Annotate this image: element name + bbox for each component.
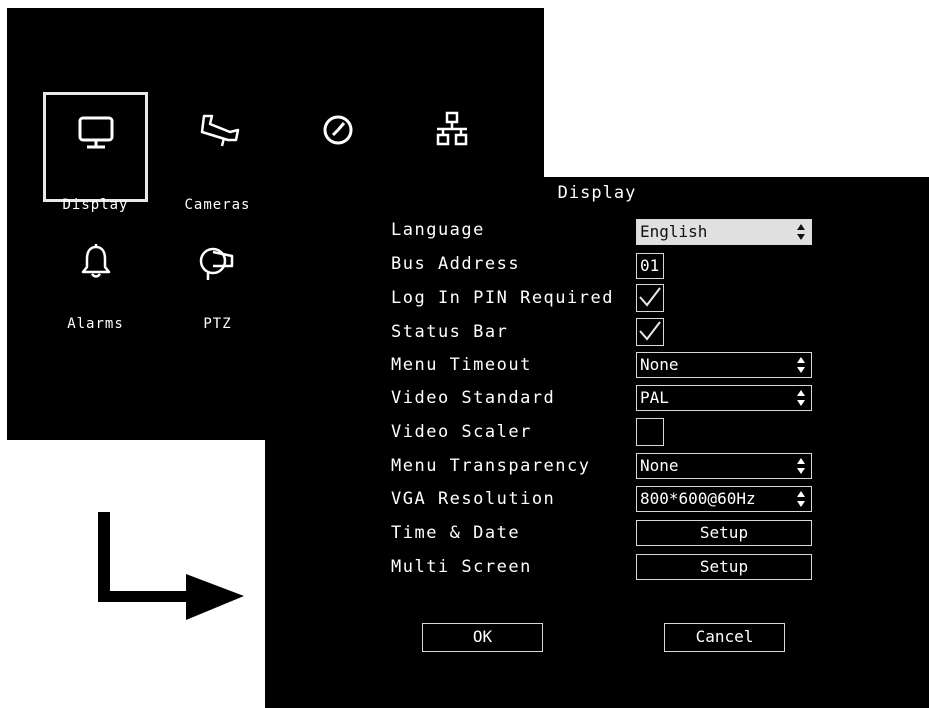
menu-transparency-select[interactable]: None: [636, 453, 812, 479]
menu-timeout-label: Menu Timeout: [391, 355, 532, 375]
menu-item-label: PTZ: [203, 316, 232, 332]
cancel-button[interactable]: Cancel: [664, 623, 785, 652]
vga-resolution-select[interactable]: 800*600@60Hz: [636, 486, 812, 512]
spinner-arrows-icon: [797, 224, 805, 240]
video-scaler-label: Video Scaler: [391, 422, 532, 442]
video-standard-label: Video Standard: [391, 388, 556, 408]
multi-screen-label: Multi Screen: [391, 557, 532, 577]
menu-item-cameras[interactable]: Cameras: [165, 92, 270, 213]
status-bar-label: Status Bar: [391, 322, 509, 342]
ptz-camera-icon: [165, 242, 270, 282]
multi-screen-setup-button[interactable]: Setup: [636, 554, 812, 580]
menu-item-display[interactable]: Display: [43, 92, 148, 213]
menu-item-ptz[interactable]: PTZ: [165, 228, 270, 338]
language-value: English: [640, 222, 708, 241]
menu-transparency-label: Menu Transparency: [391, 456, 591, 476]
spinner-arrows-icon: [797, 491, 805, 507]
bell-icon: [43, 242, 148, 282]
language-label: Language: [391, 220, 485, 240]
clock-icon: [285, 110, 390, 150]
spinner-arrows-icon: [797, 458, 805, 474]
status-bar-checkbox[interactable]: [636, 318, 664, 346]
language-select[interactable]: English: [636, 219, 812, 245]
arrow-icon: [98, 512, 244, 620]
ok-button[interactable]: OK: [422, 623, 543, 652]
network-icon: [399, 110, 504, 150]
bus-address-value: 01: [640, 256, 660, 275]
camera-icon: [165, 110, 270, 150]
spinner-arrows-icon: [797, 390, 805, 406]
dialog-title: Display: [557, 183, 637, 203]
login-pin-label: Log In PIN Required: [391, 288, 614, 308]
bus-address-label: Bus Address: [391, 254, 521, 274]
monitor-icon: [46, 113, 145, 153]
video-standard-select[interactable]: PAL: [636, 385, 812, 411]
menu-transparency-value: None: [640, 456, 679, 475]
checkmark-icon: [639, 321, 661, 341]
menu-timeout-select[interactable]: None: [636, 352, 812, 378]
video-scaler-checkbox[interactable]: [636, 418, 664, 446]
video-standard-value: PAL: [640, 388, 669, 407]
menu-item-alarms[interactable]: Alarms: [43, 228, 148, 338]
time-date-label: Time & Date: [391, 523, 521, 543]
login-pin-checkbox[interactable]: [636, 284, 664, 312]
spinner-arrows-icon: [797, 357, 805, 373]
menu-timeout-value: None: [640, 355, 679, 374]
time-date-setup-button[interactable]: Setup: [636, 520, 812, 546]
menu-item-label: Cameras: [184, 197, 251, 213]
checkmark-icon: [639, 287, 661, 307]
menu-item-label: Display: [62, 197, 129, 213]
display-dialog: Display Language English Bus Address 01 …: [265, 177, 929, 708]
vga-resolution-value: 800*600@60Hz: [640, 489, 756, 508]
vga-resolution-label: VGA Resolution: [391, 489, 556, 509]
menu-item-label: Alarms: [67, 316, 124, 332]
bus-address-field[interactable]: 01: [636, 253, 664, 279]
